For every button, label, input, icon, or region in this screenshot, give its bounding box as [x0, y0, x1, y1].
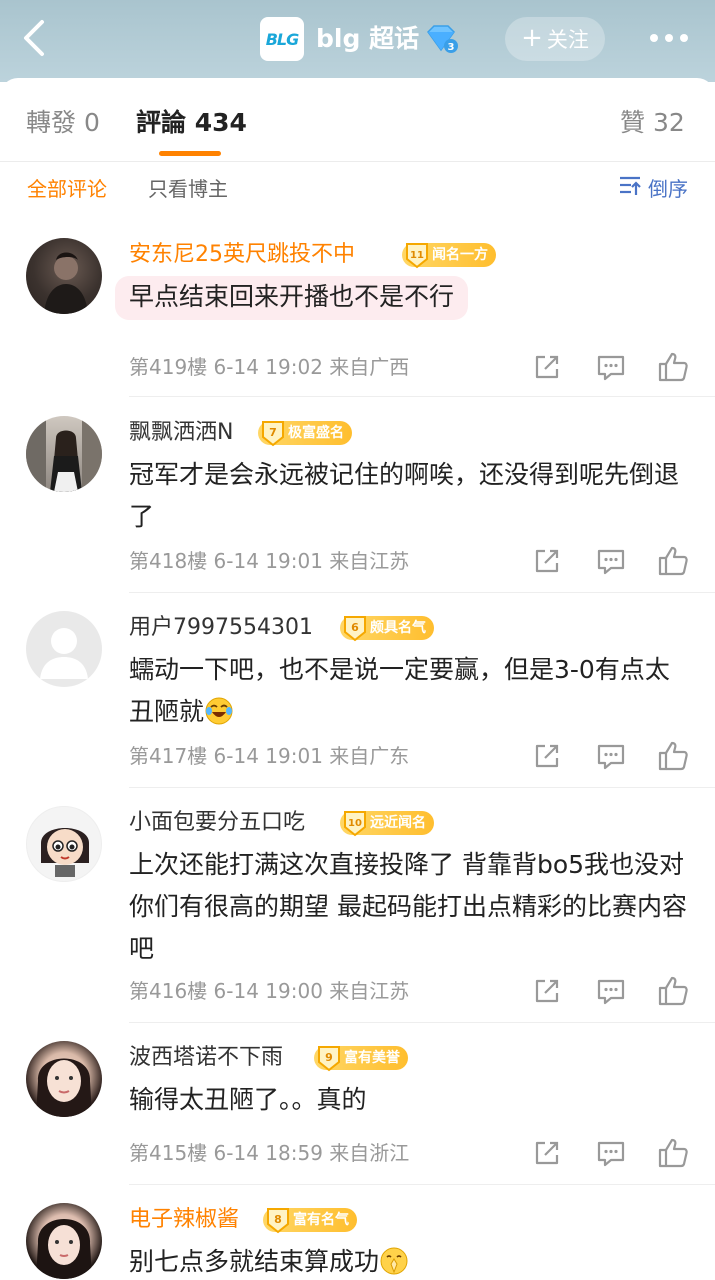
- comment-actions: [530, 1136, 690, 1170]
- reply-icon[interactable]: [594, 1136, 628, 1170]
- like-icon[interactable]: [656, 739, 690, 773]
- svg-text:3: 3: [448, 42, 455, 53]
- comment-filter-bar: 全部评论 只看博主 倒序: [0, 170, 715, 210]
- medal-level-icon: 7: [260, 419, 286, 447]
- active-tab-indicator: [159, 151, 221, 156]
- laughing-crying-emoji-icon: [204, 696, 234, 726]
- comment-actions: [530, 544, 690, 578]
- header: BLG blg 超话 3 + 关注: [0, 0, 715, 82]
- svg-text:11: 11: [410, 250, 424, 261]
- commenter-name[interactable]: 安东尼25英尺跳投不中: [129, 240, 355, 270]
- medal-level-icon: 6: [342, 614, 368, 642]
- like-icon[interactable]: [656, 544, 690, 578]
- reply-icon[interactable]: [594, 974, 628, 1008]
- diamond-badge-icon: 3: [424, 24, 458, 54]
- comment-text: 冠军才是会永远被记住的啊唉，还没得到呢先倒退了: [129, 460, 680, 531]
- commenter-name[interactable]: 电子辣椒酱: [129, 1205, 239, 1235]
- svg-text:6: 6: [351, 621, 359, 634]
- fan-medal-badge: 6 颇具名气: [340, 614, 434, 642]
- comment-text: 早点结束回来开播也不是不行: [115, 276, 469, 320]
- reply-icon[interactable]: [594, 350, 628, 384]
- supertopic-logo: BLG: [260, 17, 304, 61]
- comment-meta: 第415樓 6-14 18:59 来自浙江: [129, 1141, 410, 1165]
- svg-text:10: 10: [348, 818, 362, 829]
- comment-text: 上次还能打满这次直接投降了 背靠背bo5我也没对你们有很高的期望 最起码能打出点…: [129, 850, 687, 963]
- avatar[interactable]: [26, 1203, 102, 1279]
- comment-actions: [530, 739, 690, 773]
- comment-actions: [530, 350, 690, 384]
- tab-likes[interactable]: 贊 32: [620, 106, 685, 140]
- avatar[interactable]: [26, 1041, 102, 1117]
- like-icon[interactable]: [656, 350, 690, 384]
- commenter-name[interactable]: 用户7997554301: [129, 613, 313, 643]
- like-icon[interactable]: [656, 1136, 690, 1170]
- medal-level-icon: 11: [404, 241, 430, 269]
- medal-level-icon: 9: [316, 1044, 342, 1072]
- sort-button[interactable]: 倒序: [618, 174, 688, 204]
- tab-reposts[interactable]: 轉發 0: [26, 106, 100, 140]
- filter-op-only[interactable]: 只看博主: [148, 174, 228, 204]
- page-title: blg 超话: [316, 24, 420, 53]
- comment-meta: 第417樓 6-14 19:01 来自广东: [129, 744, 410, 768]
- share-icon[interactable]: [530, 350, 564, 384]
- share-icon[interactable]: [530, 1136, 564, 1170]
- divider: [129, 592, 715, 593]
- reply-icon[interactable]: [594, 739, 628, 773]
- fan-medal-badge: 11 闻名一方: [402, 241, 496, 269]
- sort-order-icon: [618, 174, 642, 204]
- divider: [129, 787, 715, 788]
- comment-text: 蠕动一下吧，也不是说一定要赢，但是3-0有点太丑陋就: [129, 655, 670, 726]
- medal-level-icon: 8: [265, 1206, 291, 1234]
- comment-text: 别七点多就结束算成功: [129, 1241, 689, 1280]
- more-options-icon[interactable]: [648, 30, 690, 46]
- avatar[interactable]: [26, 238, 102, 314]
- divider: [129, 1184, 715, 1185]
- comment-meta: 第418樓 6-14 19:01 来自江苏: [129, 549, 410, 573]
- share-icon[interactable]: [530, 974, 564, 1008]
- avatar[interactable]: [26, 806, 102, 882]
- svg-text:9: 9: [325, 1051, 333, 1064]
- back-arrow-icon[interactable]: [18, 18, 54, 58]
- filter-all-comments[interactable]: 全部评论: [27, 174, 107, 204]
- comment-meta: 第419樓 6-14 19:02 来自广西: [129, 355, 410, 379]
- plus-icon: +: [521, 23, 543, 53]
- fan-medal-badge: 9 富有美誉: [314, 1044, 408, 1072]
- divider: [129, 1022, 715, 1023]
- svg-text:8: 8: [274, 1213, 282, 1226]
- commenter-name[interactable]: 波西塔诺不下雨: [129, 1043, 283, 1073]
- share-icon[interactable]: [530, 739, 564, 773]
- reply-icon[interactable]: [594, 544, 628, 578]
- medal-level-icon: 10: [342, 809, 368, 837]
- fan-medal-badge: 10 远近闻名: [340, 809, 434, 837]
- tab-bar: 轉發 0 評論 434 贊 32: [0, 96, 715, 162]
- svg-text:7: 7: [269, 426, 277, 439]
- avatar[interactable]: [26, 611, 102, 687]
- comment-text: 输得太丑陋了。。真的: [129, 1085, 367, 1114]
- praying-emoji-icon: [379, 1246, 409, 1276]
- like-icon[interactable]: [656, 974, 690, 1008]
- share-icon[interactable]: [530, 544, 564, 578]
- divider: [129, 396, 715, 397]
- commenter-name[interactable]: 飘飘洒洒N: [129, 418, 233, 448]
- fan-medal-badge: 7 极富盛名: [258, 419, 352, 447]
- tab-comments[interactable]: 評論 434: [136, 106, 247, 140]
- comment-meta: 第416樓 6-14 19:00 来自江苏: [129, 979, 410, 1003]
- commenter-name[interactable]: 小面包要分五口吃: [129, 808, 305, 838]
- fan-medal-badge: 8 富有名气: [263, 1206, 357, 1234]
- comment-actions: [530, 974, 690, 1008]
- follow-button[interactable]: + 关注: [505, 17, 605, 61]
- avatar[interactable]: [26, 416, 102, 492]
